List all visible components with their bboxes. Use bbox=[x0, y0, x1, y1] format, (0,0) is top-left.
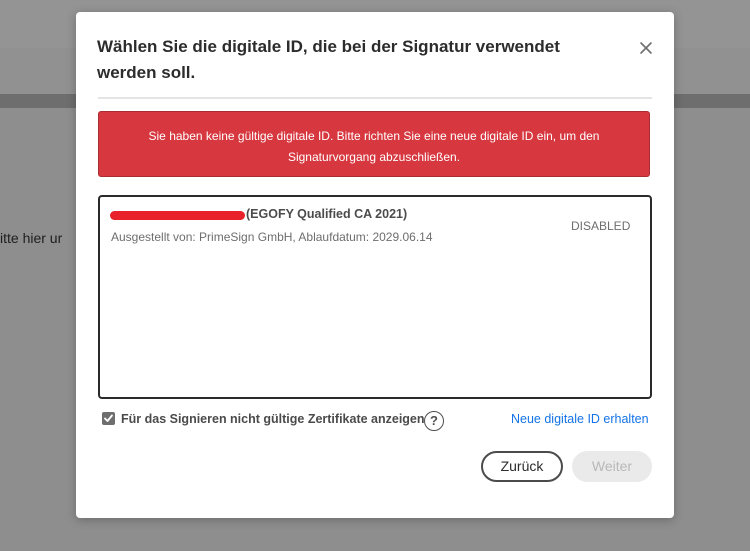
id-status: DISABLED bbox=[571, 219, 631, 233]
digital-id-item[interactable]: (EGOFY Qualified CA 2021) Ausgestellt vo… bbox=[100, 197, 650, 253]
next-button[interactable]: Weiter bbox=[572, 451, 652, 482]
back-button[interactable]: Zurück bbox=[481, 451, 563, 482]
background-text: itte hier ur bbox=[0, 230, 63, 246]
help-icon[interactable]: ? bbox=[424, 411, 444, 431]
id-name: (EGOFY Qualified CA 2021) bbox=[246, 207, 408, 221]
dialog-title: Wählen Sie die digitale ID, die bei der … bbox=[97, 37, 560, 82]
error-banner: Sie haben keine gültige digitale ID. Bit… bbox=[98, 111, 650, 177]
select-digital-id-dialog: Wählen Sie die digitale ID, die bei der … bbox=[76, 12, 674, 518]
close-icon[interactable] bbox=[636, 38, 656, 58]
new-digital-id-link[interactable]: Neue digitale ID erhalten bbox=[511, 412, 649, 426]
checkmark-icon bbox=[104, 414, 113, 422]
digital-id-list[interactable]: (EGOFY Qualified CA 2021) Ausgestellt vo… bbox=[98, 195, 652, 399]
show-invalid-certs-label[interactable]: Für das Signieren nicht gültige Zertifik… bbox=[121, 412, 425, 426]
id-issuer: Ausgestellt von: PrimeSign GmbH, Ablaufd… bbox=[111, 230, 433, 244]
title-divider bbox=[98, 97, 652, 99]
redaction-mark bbox=[110, 211, 245, 220]
show-invalid-certs-checkbox[interactable] bbox=[102, 412, 115, 425]
